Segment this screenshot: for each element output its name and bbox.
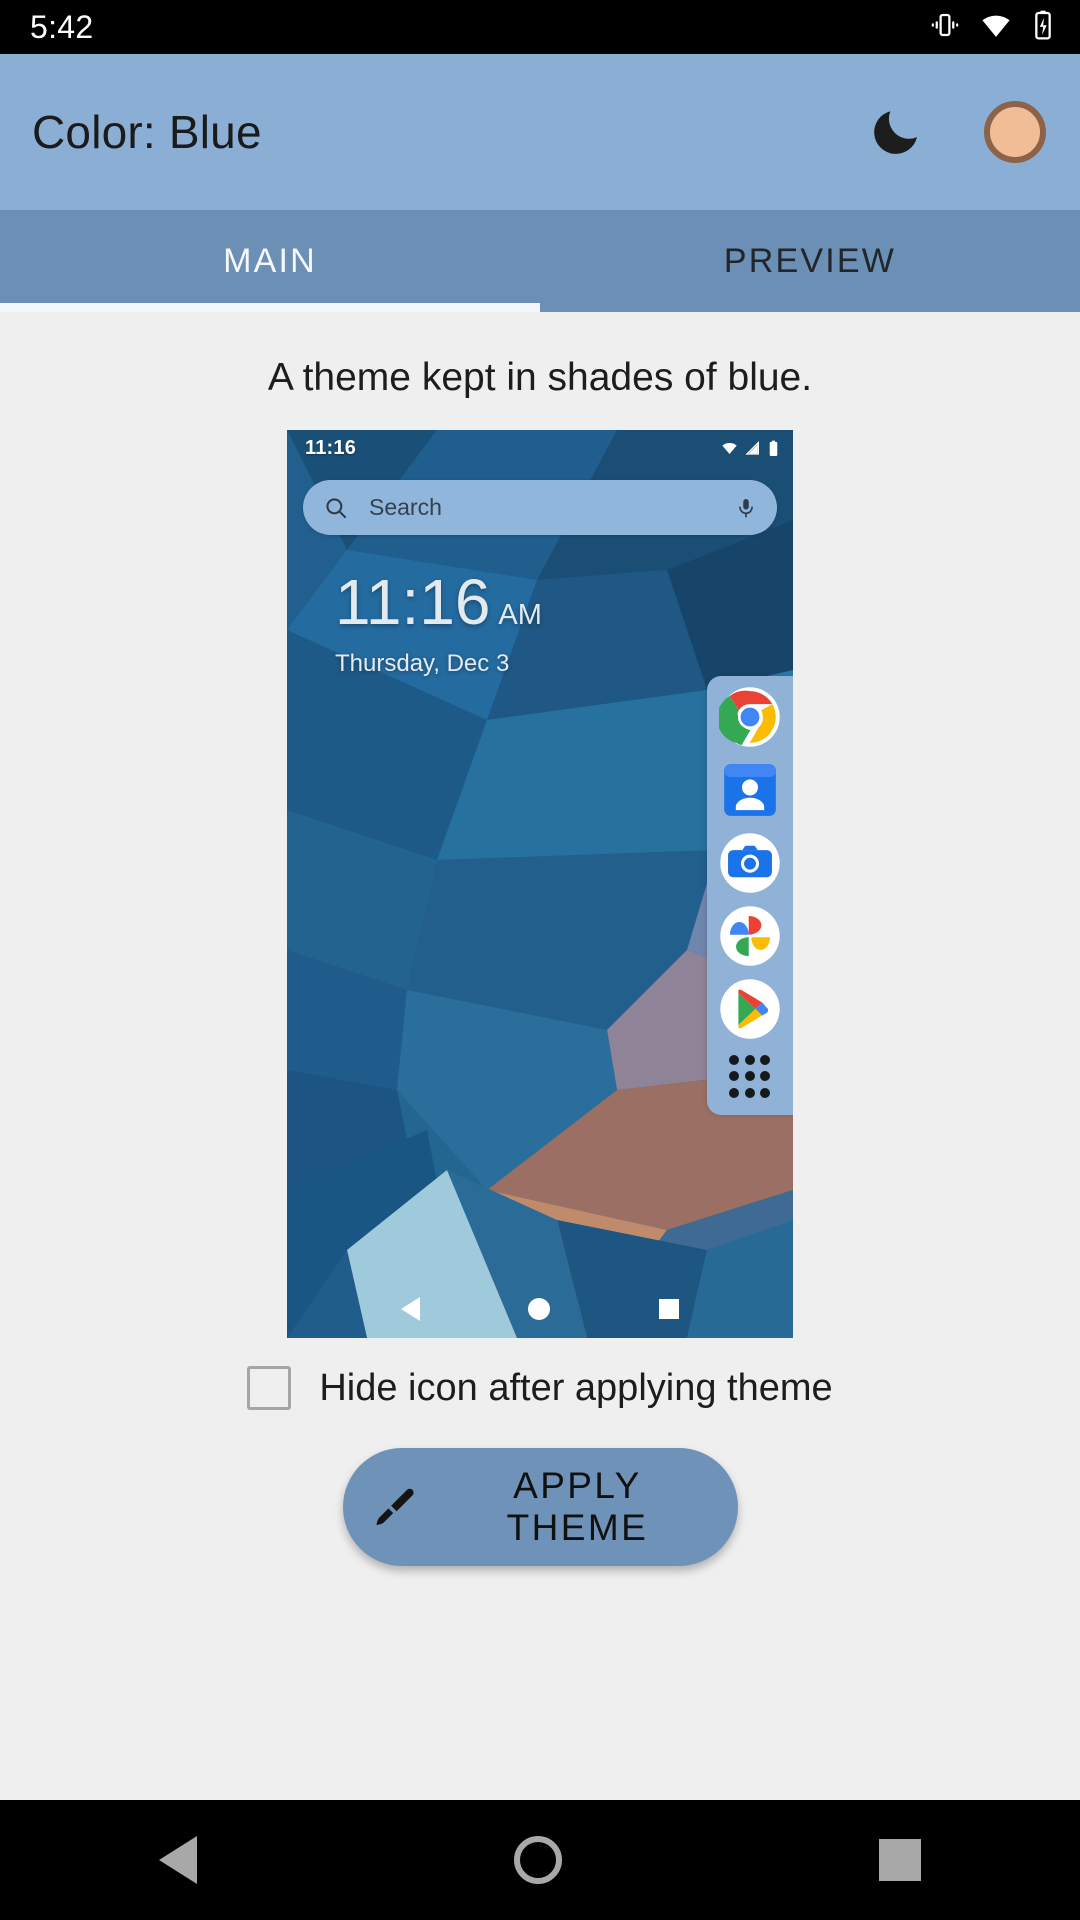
search-icon xyxy=(326,497,347,518)
hide-icon-checkbox-row[interactable]: Hide icon after applying theme xyxy=(0,1366,1080,1410)
brush-icon xyxy=(375,1488,414,1526)
hide-icon-checkbox-label: Hide icon after applying theme xyxy=(319,1366,833,1409)
android-screen: 5:42 Color: Blue MAIN PREVIEW A theme ke… xyxy=(0,0,1080,1920)
preview-clock-time-row: 11:16 AM xyxy=(335,570,542,634)
theme-description: A theme kept in shades of blue. xyxy=(267,356,813,399)
camera-icon[interactable] xyxy=(719,832,781,894)
wifi-icon xyxy=(722,443,737,454)
battery-charging-icon xyxy=(1032,9,1054,46)
photos-icon[interactable] xyxy=(719,905,781,967)
avatar[interactable] xyxy=(984,101,1046,163)
tab-preview-label: PREVIEW xyxy=(723,241,897,280)
preview-status-time: 11:16 xyxy=(305,436,357,459)
preview-nav-bar xyxy=(287,1280,793,1338)
wifi-icon xyxy=(980,10,1012,45)
app-drawer-icon[interactable] xyxy=(719,1051,781,1103)
status-bar-icons xyxy=(930,9,1054,46)
system-status-bar: 5:42 xyxy=(0,0,1080,54)
chrome-icon[interactable] xyxy=(719,686,781,748)
tab-indicator xyxy=(0,303,540,312)
status-bar-time: 5:42 xyxy=(30,8,94,45)
signal-icon xyxy=(745,441,759,455)
moon-icon[interactable] xyxy=(866,102,926,162)
app-bar: Color: Blue xyxy=(0,54,1080,210)
apply-theme-button[interactable]: APPLY THEME xyxy=(342,1448,738,1566)
apply-theme-row: APPLY THEME xyxy=(0,1448,1080,1566)
recents-icon[interactable] xyxy=(658,1299,679,1319)
preview-clock-ampm: AM xyxy=(498,599,542,631)
system-nav-bar xyxy=(0,1800,1080,1920)
preview-clock-date: Thursday, Dec 3 xyxy=(335,650,510,677)
back-icon[interactable] xyxy=(158,1836,197,1884)
apply-theme-label: APPLY THEME xyxy=(506,1465,649,1548)
app-bar-actions xyxy=(866,101,1046,163)
hide-icon-checkbox[interactable] xyxy=(247,1366,292,1410)
preview-search-bar[interactable]: Search xyxy=(303,480,777,535)
tab-main-label: MAIN xyxy=(223,241,317,280)
play-store-icon[interactable] xyxy=(719,978,781,1040)
battery-icon xyxy=(769,440,778,456)
recents-icon[interactable] xyxy=(879,1839,922,1881)
vibrate-icon xyxy=(930,10,960,45)
preview-clock-time: 11:16 xyxy=(335,566,491,638)
tab-bar: MAIN PREVIEW xyxy=(0,210,1080,312)
contacts-icon[interactable] xyxy=(719,759,781,821)
tab-preview[interactable]: PREVIEW xyxy=(540,210,1080,312)
preview-app-dock xyxy=(707,676,793,1115)
microphone-icon[interactable] xyxy=(735,495,757,521)
theme-preview-container: 11:16 Search 11:16 AM Thursday, Dec 3 xyxy=(0,430,1080,1338)
home-icon[interactable] xyxy=(513,1836,562,1884)
preview-status-bar: 11:16 xyxy=(287,430,793,466)
back-icon[interactable] xyxy=(401,1297,421,1321)
preview-search-placeholder: Search xyxy=(369,494,442,520)
theme-preview-image: 11:16 Search 11:16 AM Thursday, Dec 3 xyxy=(287,430,793,1338)
home-icon[interactable] xyxy=(528,1298,551,1320)
tab-main[interactable]: MAIN xyxy=(0,210,540,312)
preview-status-icons xyxy=(721,440,779,457)
page-title: Color: Blue xyxy=(32,106,262,158)
main-content: A theme kept in shades of blue. 11:16 Se… xyxy=(0,312,1080,1800)
preview-clock-widget[interactable]: 11:16 AM Thursday, Dec 3 xyxy=(335,570,542,678)
